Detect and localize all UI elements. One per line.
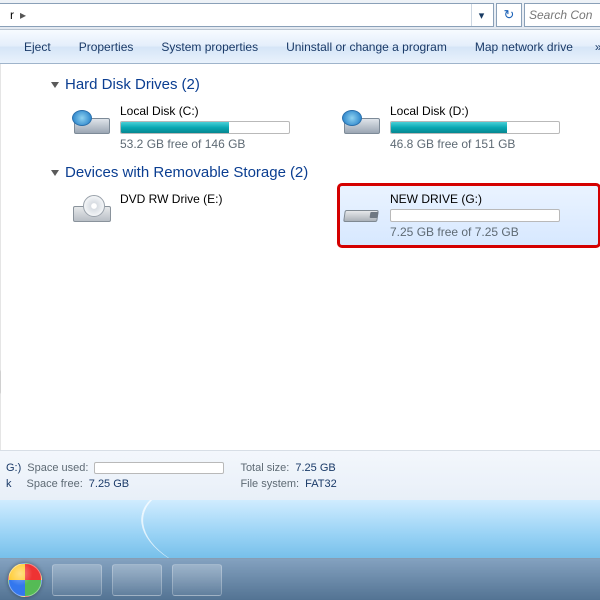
details-space-free-label: Space free: (27, 478, 83, 490)
details-space-free-value: 7.25 GB (89, 478, 129, 490)
refresh-icon: ↻ (504, 7, 515, 23)
drive-usage-bar (120, 121, 290, 134)
collapse-caret-icon[interactable] (51, 170, 59, 176)
details-total-size-value: 7.25 GB (295, 462, 335, 474)
command-toolbar: Eject Properties System properties Unins… (0, 30, 600, 64)
details-total-size-label: Total size: (240, 462, 289, 474)
details-space-used-label: Space used: (27, 462, 88, 474)
address-bar-row: r ▸ ▾ ↻ Search Con (0, 0, 600, 30)
desktop-background (0, 500, 600, 558)
taskbar[interactable] (0, 558, 600, 600)
drive-usage-bar (390, 209, 560, 222)
drive-dvd-e[interactable]: DVD RW Drive (E:) (69, 185, 329, 246)
breadcrumb-bar[interactable]: r ▸ ▾ (0, 3, 494, 27)
dvd-drive-icon (70, 192, 112, 226)
group-count: (2) (290, 164, 308, 181)
start-button[interactable] (8, 563, 42, 597)
details-name: G:) (6, 462, 21, 474)
drive-status: 46.8 GB free of 151 GB (390, 137, 590, 151)
group-title: Hard Disk Drives (65, 76, 178, 93)
drive-status: 7.25 GB free of 7.25 GB (390, 225, 590, 239)
refresh-button[interactable]: ↻ (496, 3, 522, 27)
drive-local-c[interactable]: Local Disk (C:) 53.2 GB free of 146 GB (69, 97, 329, 158)
drive-label: DVD RW Drive (E:) (120, 192, 320, 206)
hard-disk-icon (340, 104, 382, 138)
drive-label: Local Disk (D:) (390, 104, 590, 118)
group-header-removable[interactable]: Devices with Removable Storage (2) (51, 164, 599, 181)
toolbar-properties[interactable]: Properties (65, 34, 148, 60)
details-file-system-label: File system: (240, 478, 299, 490)
details-file-system-value: FAT32 (305, 478, 337, 490)
drive-label: Local Disk (C:) (120, 104, 320, 118)
taskbar-button[interactable] (52, 564, 102, 596)
taskbar-button[interactable] (112, 564, 162, 596)
drive-row: Local Disk (C:) 53.2 GB free of 146 GB L… (13, 97, 599, 158)
collapse-caret-icon[interactable] (51, 82, 59, 88)
drive-usage-bar (390, 121, 560, 134)
group-title: Devices with Removable Storage (65, 164, 286, 181)
toolbar-map-drive[interactable]: Map network drive (461, 34, 587, 60)
search-input[interactable]: Search Con (524, 3, 600, 27)
group-count: (2) (182, 76, 200, 93)
removable-drive-icon (340, 192, 382, 226)
address-dropdown-button[interactable]: ▾ (471, 4, 491, 26)
group-header-hard-disk[interactable]: Hard Disk Drives (2) (51, 76, 599, 93)
details-pane: G:) Space used: k Space free: 7.25 GB To… (0, 450, 600, 500)
breadcrumb-separator-icon[interactable]: ▸ (18, 8, 28, 22)
toolbar-uninstall[interactable]: Uninstall or change a program (272, 34, 461, 60)
toolbar-eject[interactable]: Eject (10, 34, 65, 60)
drive-new-g[interactable]: NEW DRIVE (G:) 7.25 GB free of 7.25 GB (339, 185, 599, 246)
content-pane: Hard Disk Drives (2) Local Disk (C:) 53.… (1, 64, 600, 450)
drive-local-d[interactable]: Local Disk (D:) 46.8 GB free of 151 GB (339, 97, 599, 158)
drive-status: 53.2 GB free of 146 GB (120, 137, 320, 151)
drive-label: NEW DRIVE (G:) (390, 192, 590, 206)
explorer-body: Hard Disk Drives (2) Local Disk (C:) 53.… (0, 64, 600, 450)
taskbar-button[interactable] (172, 564, 222, 596)
hard-disk-icon (70, 104, 112, 138)
details-usage-bar (94, 462, 224, 474)
breadcrumb-item[interactable]: r (6, 8, 18, 22)
toolbar-overflow-button[interactable]: » (587, 34, 600, 60)
toolbar-system-properties[interactable]: System properties (147, 34, 272, 60)
drive-row: DVD RW Drive (E:) NEW DRIVE (G:) 7.25 GB… (13, 185, 599, 246)
details-type: k (6, 478, 12, 490)
